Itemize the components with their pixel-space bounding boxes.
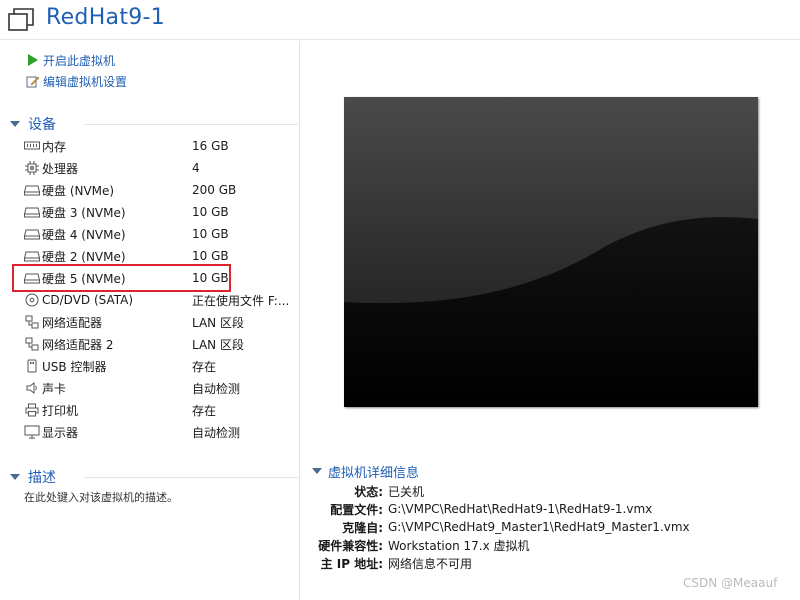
device-row-usb-controller[interactable]: USB 控制器 存在 [24, 355, 294, 377]
left-pane: 开启此虚拟机 编辑虚拟机设置 设备 内存 16 GB 处理器 4 硬盘 (NVM… [0, 41, 300, 600]
device-name: 显示器 [42, 425, 79, 440]
devices-heading: 设备 [28, 117, 56, 133]
device-value: LAN 区段 [192, 337, 244, 352]
vm-screen-thumbnail-art [344, 97, 758, 407]
device-row-processor[interactable]: 处理器 4 [24, 157, 294, 179]
detail-key: 配置文件: [330, 502, 383, 517]
virtual-machine-icon [8, 8, 34, 31]
detail-value: Workstation 17.x 虚拟机 [388, 538, 530, 553]
device-row-hard-disk-4[interactable]: 硬盘 4 (NVMe) 10 GB [24, 223, 294, 245]
device-name: 内存 [42, 139, 67, 154]
device-row-printer[interactable]: 打印机 存在 [24, 399, 294, 421]
detail-row-primary-ip: 主 IP 地址: 网络信息不可用 [300, 554, 800, 572]
edit-settings-icon [26, 74, 40, 88]
device-name: 网络适配器 2 [42, 337, 114, 352]
vm-header: RedHat9-1 [0, 0, 800, 40]
device-row-sound-card[interactable]: 声卡 自动检测 [24, 377, 294, 399]
device-name: 打印机 [42, 403, 79, 418]
edit-vm-settings-label: 编辑虚拟机设置 [43, 74, 128, 89]
power-on-vm-link[interactable]: 开启此虚拟机 [26, 51, 115, 69]
detail-value: G:\VMPC\RedHat9_Master1\RedHat9_Master1.… [388, 520, 690, 534]
device-name: USB 控制器 [42, 359, 107, 374]
power-on-vm-label: 开启此虚拟机 [43, 53, 116, 68]
collapse-triangle-icon [10, 474, 20, 480]
vm-details-section-header[interactable]: 虚拟机详细信息 [312, 461, 419, 481]
device-row-display[interactable]: 显示器 自动检测 [24, 421, 294, 443]
device-value: 正在使用文件 F:... [192, 293, 290, 308]
device-name: CD/DVD (SATA) [42, 293, 134, 307]
device-name: 声卡 [42, 381, 67, 396]
hard-disk-icon [24, 205, 40, 219]
detail-row-hardware-compat: 硬件兼容性: Workstation 17.x 虚拟机 [300, 536, 800, 554]
device-row-cd-dvd[interactable]: CD/DVD (SATA) 正在使用文件 F:... [24, 289, 294, 311]
device-row-hard-disk[interactable]: 硬盘 (NVMe) 200 GB [24, 179, 294, 201]
device-row-memory[interactable]: 内存 16 GB [24, 135, 294, 157]
detail-value: 已关机 [388, 484, 425, 499]
printer-icon [24, 403, 40, 417]
device-value: 自动检测 [192, 425, 241, 440]
section-divider [84, 477, 298, 478]
description-placeholder[interactable]: 在此处键入对该虚拟机的描述。 [24, 489, 178, 505]
description-section-header[interactable]: 描述 [10, 467, 300, 487]
vm-title: RedHat9-1 [46, 5, 166, 30]
collapse-triangle-icon [10, 121, 20, 127]
watermark: CSDN @Meaauf [683, 576, 778, 590]
device-name: 硬盘 4 (NVMe) [42, 227, 126, 242]
detail-row-config-file: 配置文件: G:\VMPC\RedHat\RedHat9-1\RedHat9-1… [300, 500, 800, 518]
device-name: 处理器 [42, 161, 79, 176]
hard-disk-icon [24, 227, 40, 241]
network-adapter-icon [24, 315, 40, 329]
device-value: 4 [192, 161, 200, 175]
hard-disk-icon [24, 249, 40, 263]
device-value: 10 GB [192, 227, 229, 241]
play-icon [26, 53, 40, 67]
detail-value: 网络信息不可用 [388, 556, 473, 571]
device-value: 10 GB [192, 249, 229, 263]
detail-key: 状态: [354, 484, 383, 499]
hard-disk-icon [24, 183, 40, 197]
detail-row-status: 状态: 已关机 [300, 482, 800, 500]
detail-key: 硬件兼容性: [318, 538, 383, 553]
device-value: 自动检测 [192, 381, 241, 396]
memory-icon [24, 139, 40, 153]
device-value: 200 GB [192, 183, 237, 197]
detail-key: 克隆自: [342, 520, 383, 535]
highlight-box [12, 264, 231, 292]
cd-dvd-icon [24, 293, 40, 307]
device-name: 硬盘 3 (NVMe) [42, 205, 126, 220]
network-adapter-icon [24, 337, 40, 351]
device-value: 16 GB [192, 139, 229, 153]
devices-section-header[interactable]: 设备 [10, 114, 300, 134]
device-value: 存在 [192, 359, 217, 374]
device-row-hard-disk-3[interactable]: 硬盘 3 (NVMe) 10 GB [24, 201, 294, 223]
detail-value: G:\VMPC\RedHat\RedHat9-1\RedHat9-1.vmx [388, 502, 653, 516]
cpu-icon [24, 161, 40, 175]
section-divider [84, 124, 298, 125]
detail-key: 主 IP 地址: [320, 556, 383, 571]
device-value: 存在 [192, 403, 217, 418]
description-heading: 描述 [28, 470, 56, 486]
vm-details-heading: 虚拟机详细信息 [328, 465, 420, 481]
device-row-network-adapter[interactable]: 网络适配器 LAN 区段 [24, 311, 294, 333]
usb-icon [24, 359, 40, 373]
device-value: LAN 区段 [192, 315, 244, 330]
device-name: 硬盘 (NVMe) [42, 183, 115, 198]
display-icon [24, 425, 40, 439]
collapse-triangle-icon [312, 468, 322, 474]
edit-vm-settings-link[interactable]: 编辑虚拟机设置 [26, 72, 127, 90]
vm-screen-thumbnail[interactable] [344, 97, 758, 407]
detail-row-cloned-from: 克隆自: G:\VMPC\RedHat9_Master1\RedHat9_Mas… [300, 518, 800, 536]
device-name: 硬盘 2 (NVMe) [42, 249, 126, 264]
device-value: 10 GB [192, 205, 229, 219]
sound-icon [24, 381, 40, 395]
device-row-network-adapter-2[interactable]: 网络适配器 2 LAN 区段 [24, 333, 294, 355]
device-name: 网络适配器 [42, 315, 103, 330]
